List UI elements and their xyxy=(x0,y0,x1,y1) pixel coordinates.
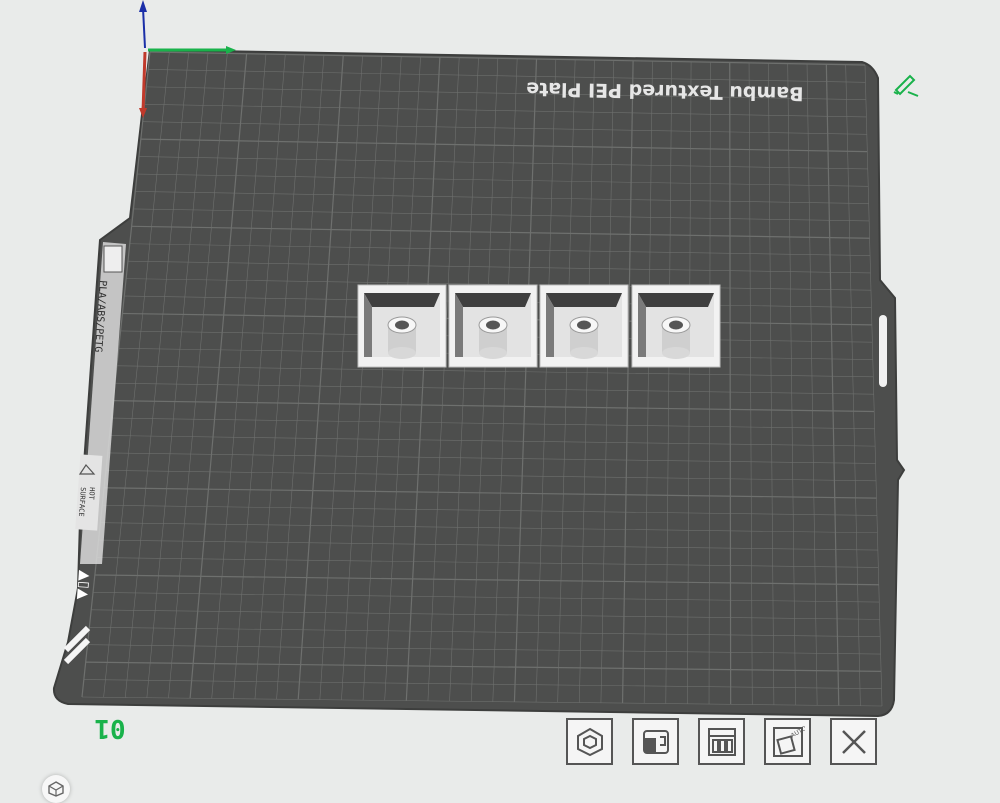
z-axis-arrow-icon xyxy=(139,0,147,12)
plate-tab-slot xyxy=(879,315,887,387)
close-icon xyxy=(841,729,866,754)
layout-icon xyxy=(707,727,736,756)
strip-glyph-icon xyxy=(103,245,123,273)
side-glyphs: ▲▯▲ xyxy=(75,570,93,601)
lock-plate-button[interactable]: AUTO xyxy=(764,718,811,765)
y-axis-line xyxy=(141,51,147,113)
3d-viewport[interactable]: PLA/ABS/PETG HOT SURFACE ▲▯▲ Bambu Textu… xyxy=(0,0,1000,803)
arrange-objects-button[interactable] xyxy=(566,718,613,765)
auto-lock-icon: AUTO xyxy=(772,725,805,757)
view-cube-icon[interactable] xyxy=(42,775,70,803)
delete-plate-button[interactable] xyxy=(830,718,877,765)
model-part-1[interactable] xyxy=(357,284,447,368)
model-part-3[interactable] xyxy=(539,284,629,368)
hexagon-nut-icon xyxy=(576,727,603,756)
hot-surface-label-1: HOT xyxy=(87,487,96,501)
plate-settings-button[interactable] xyxy=(698,718,745,765)
plate-toolbar: AUTO xyxy=(566,718,877,765)
model-part-2[interactable] xyxy=(448,284,538,368)
edit-plate-name-icon[interactable] xyxy=(890,70,920,98)
build-plate-scene[interactable]: PLA/ABS/PETG HOT SURFACE ▲▯▲ Bambu Textu… xyxy=(0,0,1000,796)
orient-icon xyxy=(642,729,669,754)
plate-number: 01 xyxy=(94,713,126,743)
model-part-4[interactable] xyxy=(631,284,721,368)
auto-orient-button[interactable] xyxy=(632,718,679,765)
z-axis-line xyxy=(142,7,146,49)
